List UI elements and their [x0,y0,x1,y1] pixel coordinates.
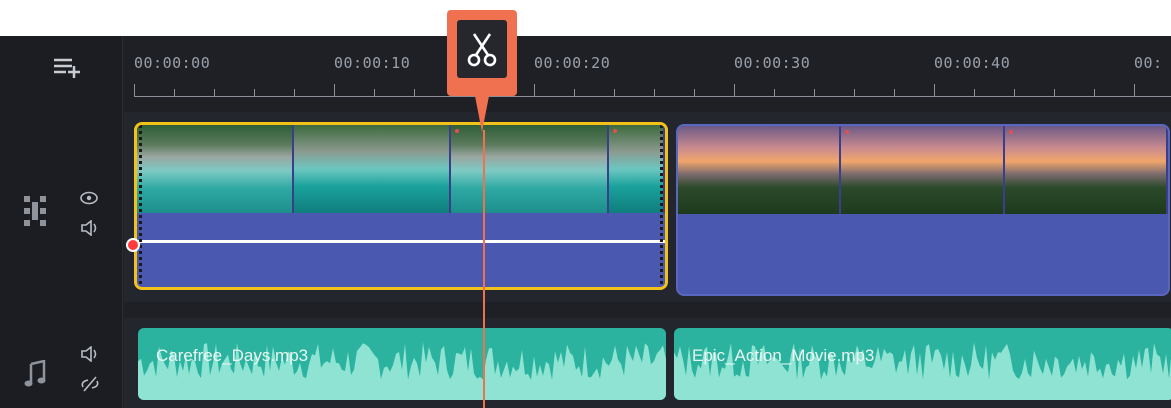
time-label: 00:00:20 [534,54,611,72]
ruler-tick [1134,84,1135,96]
ruler-tick [614,89,615,96]
volume-line[interactable] [137,240,665,243]
split-button[interactable] [447,10,517,132]
ruler-tick [774,89,775,96]
keyframe-marker[interactable] [126,238,140,252]
ruler-tick [414,89,415,96]
ruler-tick [1014,89,1015,96]
time-label: 00:00:10 [334,54,411,72]
ruler-baseline [134,96,1171,97]
video-clip-1[interactable] [134,122,668,290]
speaker-icon[interactable] [80,219,100,239]
ruler-tick [294,89,295,96]
thumbnail [137,125,295,213]
thumbnail [451,125,609,213]
ruler-tick [1054,89,1055,96]
ruler-tick [694,89,695,96]
audio-track: Carefree_Days.mp3 Epic_Action_Movie.mp3 [124,318,1171,408]
ruler-tick [854,89,855,96]
time-label: 00: [1134,54,1163,72]
thumbnail [1004,126,1168,214]
ruler-tick [734,84,735,96]
speaker-icon[interactable] [80,345,100,365]
trim-handle-right[interactable] [660,125,663,287]
thumbnail [678,126,842,214]
ruler-tick [654,89,655,96]
ruler-tick [574,89,575,96]
ruler-tick [214,89,215,96]
ruler-tick [1094,89,1095,96]
track-headers [0,36,123,408]
clip-audio-band [137,221,665,287]
thumbnail [608,125,665,213]
audio-clip-label: Carefree_Days.mp3 [156,346,309,365]
ruler-tick [374,89,375,96]
film-icon [24,196,46,229]
audio-clip-2[interactable]: Epic_Action_Movie.mp3 [674,328,1171,400]
ruler-tick [934,84,935,96]
audio-clip-1[interactable]: Carefree_Days.mp3 [138,328,666,400]
ruler-tick [134,84,135,96]
clip-thumbnails [137,125,665,213]
ruler-tick [334,84,335,96]
ruler-tick [174,89,175,96]
clip-audio-band [678,224,1168,294]
thumbnail [294,125,452,213]
audio-clip-label: Epic_Action_Movie.mp3 [692,346,875,365]
time-label: 00:00:30 [734,54,811,72]
ruler-tick [974,89,975,96]
music-note-icon [24,359,46,391]
playhead-line[interactable] [483,130,485,408]
video-clip-2[interactable] [676,124,1170,296]
ruler-tick [894,89,895,96]
add-track-icon[interactable] [52,56,82,83]
ruler-tick [534,84,535,96]
time-label: 00:00:40 [934,54,1011,72]
ruler-tick [814,89,815,96]
timeline-editor: 00:00:00 00:00:10 00:00:20 00:00:30 00:0… [0,36,1171,408]
thumbnail [841,126,1005,214]
clip-thumbnails [678,126,1168,214]
ruler-tick [254,89,255,96]
eye-icon[interactable] [80,191,98,208]
time-label: 00:00:00 [134,54,211,72]
video-track [124,112,1171,302]
unlink-icon[interactable] [80,376,100,395]
time-ruler[interactable]: 00:00:00 00:00:10 00:00:20 00:00:30 00:0… [124,36,1171,102]
trim-handle-left[interactable] [139,125,142,287]
